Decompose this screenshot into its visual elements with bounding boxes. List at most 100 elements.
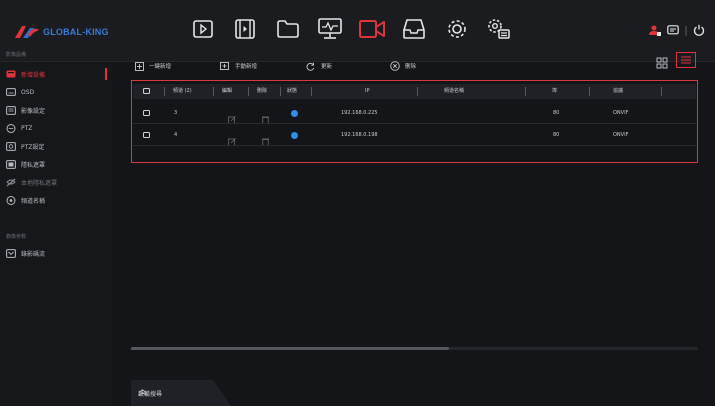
status-online-icon xyxy=(291,110,298,117)
sidebar-item-label: 本地隱私遮罩 xyxy=(21,179,58,187)
sidebar-item-image-settings[interactable]: 影像設定 xyxy=(0,101,113,119)
top-bar: GLOBAL-KING xyxy=(0,0,715,62)
sidebar-item-add-device[interactable]: 新增設備 xyxy=(0,65,113,83)
chevrons-up-icon xyxy=(138,389,147,396)
quick-add-label: 一鍵新增 xyxy=(149,64,172,70)
image-settings-icon xyxy=(6,105,16,115)
delete-label: 刪除 xyxy=(405,64,417,70)
playback-icon[interactable] xyxy=(189,15,217,43)
edit-icon[interactable] xyxy=(228,131,236,150)
record-stream-icon xyxy=(6,248,16,258)
sidebar-item-osd[interactable]: OSD xyxy=(0,83,113,101)
sidebar-item-label: PTZ xyxy=(21,124,33,132)
cell-port: 80 xyxy=(553,110,560,116)
column-divider xyxy=(164,87,165,96)
select-all-checkbox[interactable] xyxy=(143,88,150,94)
logo-mark-icon xyxy=(14,24,40,40)
cell-channel: 4 xyxy=(174,132,178,138)
system-settings-icon[interactable] xyxy=(485,15,513,43)
sidebar-item-privacy-mask[interactable]: 隱私遮罩 xyxy=(0,155,113,173)
divider xyxy=(685,21,687,40)
sidebar-section-title: 錄像參數 xyxy=(6,234,27,240)
col-ip: IP xyxy=(365,88,370,94)
cell-ip: 192.168.0.225 xyxy=(341,110,378,116)
refresh-label: 更新 xyxy=(321,64,333,70)
device-search-label: 設備搜尋 xyxy=(138,389,162,398)
video-clip-icon[interactable] xyxy=(231,15,259,43)
col-status: 狀態 xyxy=(287,88,298,94)
main-panel: 一鍵新增 手動新增 更新 刪除 頻道 (2) 編輯 刪除 狀態 IP 頻道名稱 … xyxy=(113,52,715,406)
cell-channel: 3 xyxy=(174,110,178,116)
column-divider xyxy=(525,87,526,96)
col-channel-name: 頻道名稱 xyxy=(444,88,465,94)
column-divider xyxy=(248,87,249,96)
sidebar-item-label: 隱私遮罩 xyxy=(21,161,46,169)
list-view-icon[interactable] xyxy=(676,52,696,68)
sidebar: 影像設備 新增設備 OSD 影像設定 PTZ PTZ設定 隱私遮罩 本地隱私遮罩… xyxy=(0,52,113,406)
settings-icon[interactable] xyxy=(443,15,471,43)
cell-ip: 192.168.0.198 xyxy=(341,132,378,138)
row-checkbox[interactable] xyxy=(143,110,150,116)
col-port: 埠 xyxy=(552,88,558,94)
local-privacy-mask-icon xyxy=(6,178,16,187)
column-divider xyxy=(280,87,281,96)
sidebar-item-label: 新增設備 xyxy=(21,71,46,79)
manual-add-button[interactable]: 手動新增 xyxy=(220,60,257,72)
active-indicator xyxy=(105,68,107,80)
logo: GLOBAL-KING xyxy=(14,24,109,40)
column-divider xyxy=(311,87,312,96)
column-divider xyxy=(417,87,418,96)
manual-add-icon xyxy=(220,61,230,71)
osd-icon xyxy=(6,88,16,97)
logo-text: GLOBAL-KING xyxy=(43,27,109,37)
quick-add-button[interactable]: 一鍵新增 xyxy=(135,60,171,72)
messages-icon[interactable] xyxy=(667,21,679,40)
cell-port: 80 xyxy=(553,132,560,138)
column-divider xyxy=(661,87,662,96)
status-online-icon xyxy=(291,132,298,139)
table-row[interactable]: 4 192.168.0.198 80 ONVIF xyxy=(133,125,696,146)
channel-name-icon xyxy=(6,195,16,205)
sidebar-item-label: 錄影碼流 xyxy=(21,250,46,258)
ptz-icon xyxy=(6,123,16,133)
table-row[interactable]: 3 192.168.0.225 80 ONVIF xyxy=(133,103,696,124)
refresh-button[interactable]: 更新 xyxy=(306,60,332,72)
sidebar-item-label: PTZ設定 xyxy=(21,143,45,151)
toolbar: 一鍵新增 手動新增 更新 刪除 xyxy=(113,54,715,76)
row-divider xyxy=(133,123,696,124)
delete-icon xyxy=(390,61,400,71)
add-icon xyxy=(135,61,144,71)
sidebar-item-ptz-settings[interactable]: PTZ設定 xyxy=(0,137,113,155)
sidebar-item-local-privacy-mask[interactable]: 本地隱私遮罩 xyxy=(0,173,113,191)
user-icon[interactable] xyxy=(649,21,661,40)
table-header: 頻道 (2) 編輯 刪除 狀態 IP 頻道名稱 埠 協議 xyxy=(133,84,696,99)
sidebar-item-ptz[interactable]: PTZ xyxy=(0,119,113,137)
delete-button[interactable]: 刪除 xyxy=(390,60,416,72)
col-edit: 編輯 xyxy=(222,88,233,94)
sidebar-item-label: OSD xyxy=(21,88,35,96)
horizontal-scrollbar[interactable] xyxy=(131,347,698,350)
folder-icon[interactable] xyxy=(274,15,302,43)
row-checkbox[interactable] xyxy=(143,132,150,138)
grid-view-icon[interactable] xyxy=(656,54,668,73)
device-search-tab[interactable]: 設備搜尋 xyxy=(131,380,231,406)
col-channel[interactable]: 頻道 (2) xyxy=(173,84,192,99)
column-divider xyxy=(589,87,590,96)
scrollbar-thumb[interactable] xyxy=(131,347,449,350)
column-divider xyxy=(213,87,214,96)
trash-icon[interactable] xyxy=(262,131,269,150)
power-icon[interactable] xyxy=(693,21,705,40)
ptz-settings-icon xyxy=(6,141,16,151)
camera-icon[interactable] xyxy=(358,15,386,43)
sidebar-item-label: 影像設定 xyxy=(21,107,46,115)
manual-add-label: 手動新增 xyxy=(235,64,258,70)
storage-icon[interactable] xyxy=(400,15,428,43)
network-icon[interactable] xyxy=(316,15,344,43)
sidebar-item-label: 頻道名稱 xyxy=(21,197,46,205)
device-table: 頻道 (2) 編輯 刪除 狀態 IP 頻道名稱 埠 協議 3 192.168.0… xyxy=(131,80,698,163)
sidebar-item-record-stream[interactable]: 錄影碼流 xyxy=(0,244,113,262)
refresh-icon xyxy=(306,62,316,71)
camera-add-icon xyxy=(6,70,16,79)
col-protocol: 協議 xyxy=(613,88,624,94)
sidebar-item-channel-name[interactable]: 頻道名稱 xyxy=(0,191,113,209)
